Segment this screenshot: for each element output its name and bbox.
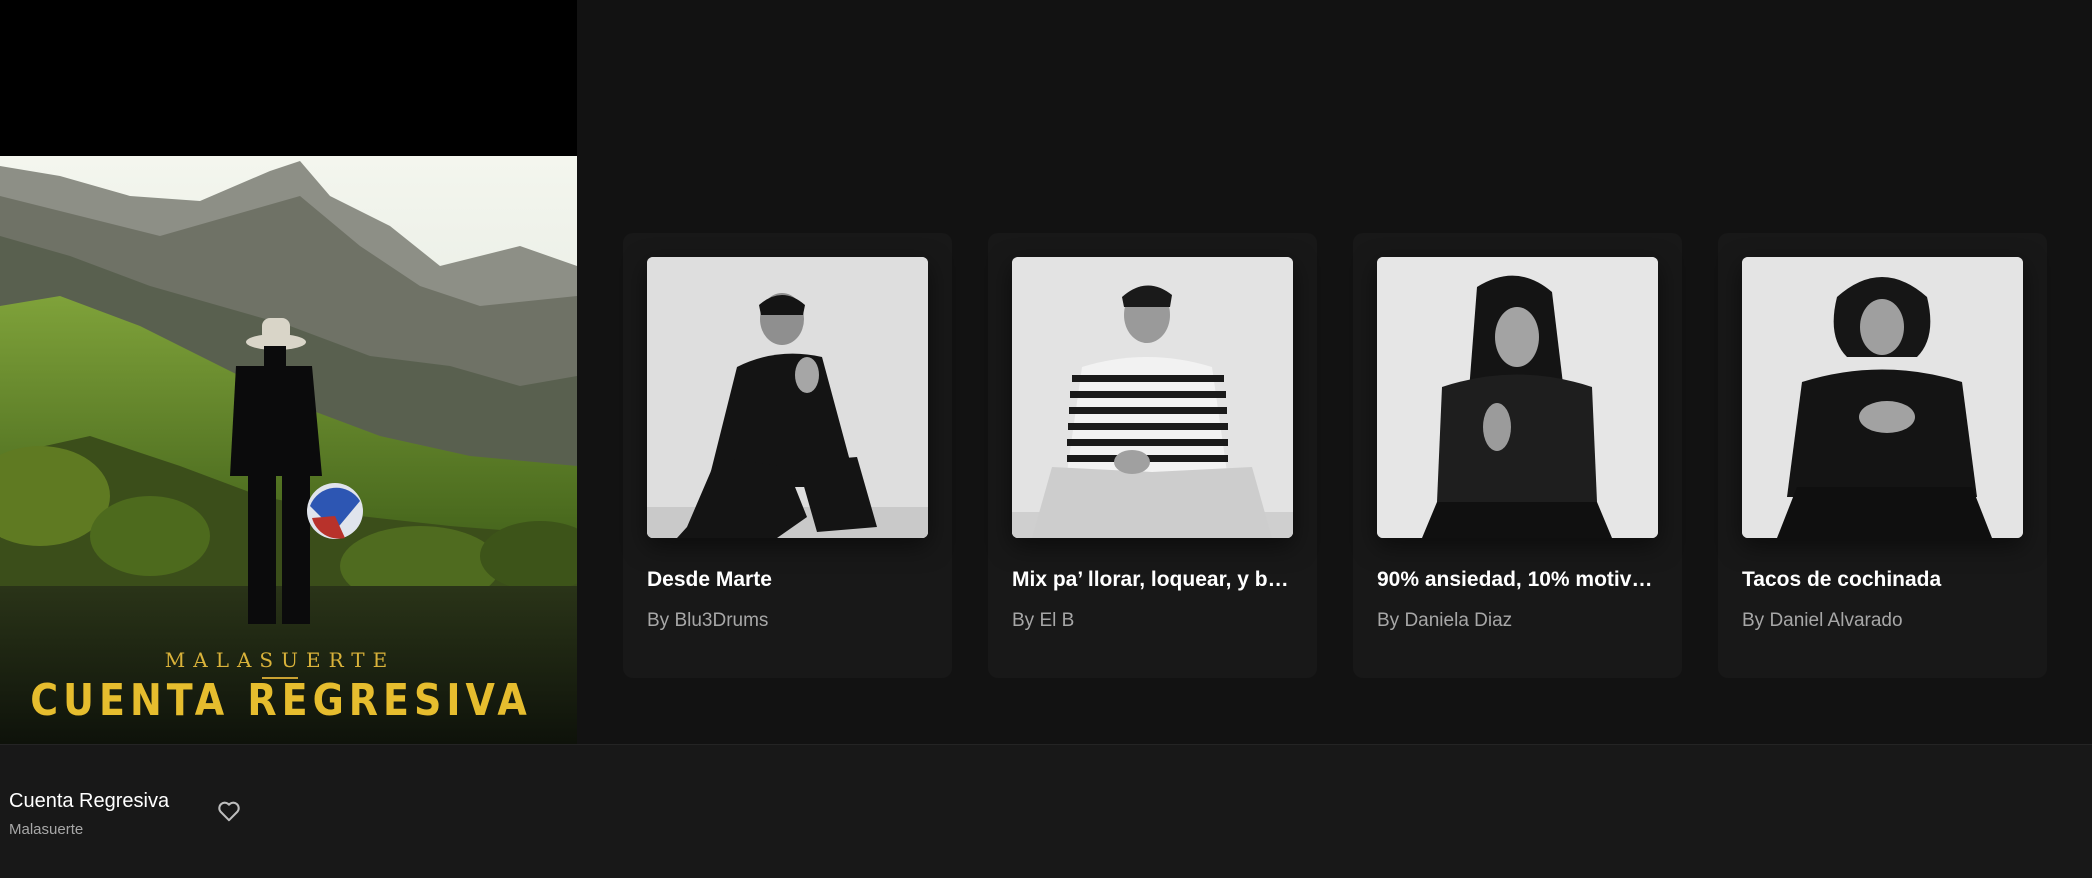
cover-artist-text: MALASUERTE xyxy=(164,648,396,672)
playlist-card-image xyxy=(1742,257,2023,538)
playlist-card[interactable]: Desde Marte By Blu3Drums xyxy=(623,233,952,678)
playlist-card-subtitle: By Daniel Alvarado xyxy=(1742,610,1903,631)
person-portrait-image xyxy=(1377,257,1658,538)
playlist-card-subtitle: By Daniela Diaz xyxy=(1377,610,1513,631)
now-playing-track-title[interactable]: Cuenta Regresiva xyxy=(9,790,169,813)
person-portrait-image xyxy=(647,257,928,538)
like-button[interactable] xyxy=(214,796,244,826)
now-playing-artist[interactable]: Malasuerte xyxy=(9,821,83,838)
now-playing-cover-panel: MALASUERTE CUENTA REGRESIVA xyxy=(0,0,577,744)
playlist-card[interactable]: 90% ansiedad, 10% motivación By Daniela … xyxy=(1353,233,1682,678)
playlist-card-subtitle: By El B xyxy=(1012,610,1075,631)
cover-title-text: CUENTA REGRESIVA xyxy=(30,674,532,726)
playlist-card-image xyxy=(1012,257,1293,538)
playlist-card[interactable]: Tacos de cochinada By Daniel Alvarado xyxy=(1718,233,2047,678)
main-content: Desde Marte By Blu3Drums Mix pa’ llorar,… xyxy=(577,0,2092,744)
playlist-card-title[interactable]: Desde Marte xyxy=(647,568,928,592)
playlist-card-image xyxy=(647,257,928,538)
playlist-card-subtitle: By Blu3Drums xyxy=(647,610,769,631)
playlist-card-image xyxy=(1377,257,1658,538)
playlist-card-title[interactable]: Mix pa’ llorar, loquear, y bailar xyxy=(1012,568,1293,592)
player-bar: Cuenta Regresiva Malasuerte xyxy=(0,744,2092,878)
heart-outline-icon xyxy=(218,801,240,822)
person-portrait-image xyxy=(1012,257,1293,538)
playlist-card-title[interactable]: 90% ansiedad, 10% motivación xyxy=(1377,568,1658,592)
playlist-card[interactable]: Mix pa’ llorar, loquear, y bailar By El … xyxy=(988,233,1317,678)
playlist-card-title[interactable]: Tacos de cochinada xyxy=(1742,568,2023,592)
app-window: MALASUERTE CUENTA REGRESIVA Desde Marte … xyxy=(0,0,2092,878)
person-portrait-image xyxy=(1742,257,2023,538)
